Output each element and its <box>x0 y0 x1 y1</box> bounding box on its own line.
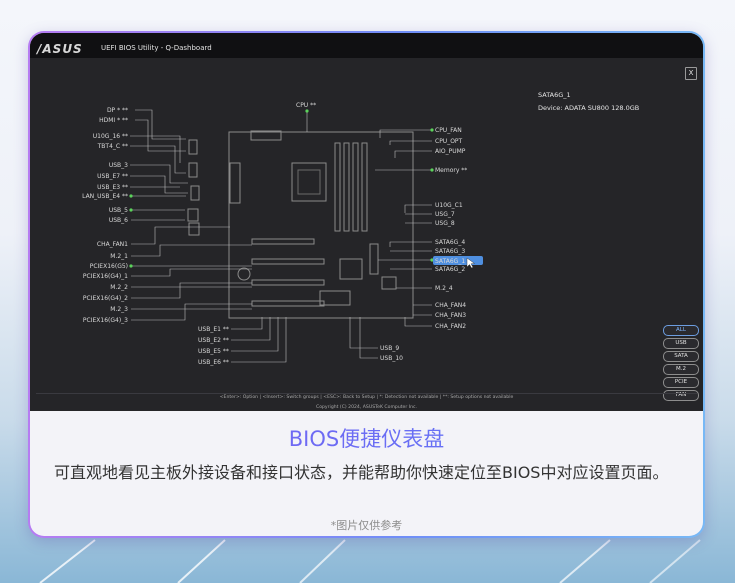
filter-sata-button[interactable]: SATA <box>663 351 699 362</box>
label-m2-4: M.2_4 <box>435 285 453 292</box>
label-cpu-fan: CPU_FAN <box>435 127 462 134</box>
label-lan-usb-e4: LAN_USB_E4 ** <box>82 193 128 200</box>
bios-screenshot: /ASUS UEFI BIOS Utility - Q-Dashboard X … <box>30 33 703 411</box>
filter-pcie-button[interactable]: PCIE <box>663 377 699 388</box>
cpu-socket <box>291 162 327 202</box>
reference-note: *图片仅供参考 <box>330 519 403 532</box>
filter-usb-button[interactable]: USB <box>663 338 699 349</box>
footer-divider <box>36 393 697 394</box>
label-m2-2: M.2_2 <box>110 284 128 291</box>
label-usb-e1: USB_E1 ** <box>198 326 229 333</box>
label-u10g-c1: U10G_C1 <box>435 202 463 209</box>
label-cha-fan2: CHA_FAN2 <box>435 323 466 330</box>
memory-slots <box>334 142 368 232</box>
label-usb-e5: USB_E5 ** <box>198 348 229 355</box>
label-m2-3: M.2_3 <box>110 306 128 313</box>
feature-headline: BIOS便捷仪表盘 <box>30 423 703 453</box>
label-cha-fan1: CHA_FAN1 <box>97 241 128 248</box>
right-label-group: CPU_FAN CPU_OPT AIO_PUMP Memory ** U10G_… <box>435 127 467 330</box>
board-label-cpu: CPU ** <box>296 102 316 109</box>
footer-help-text: <Enter>: Option | <Insert>: Switch group… <box>219 395 514 400</box>
label-sata6g-2: SATA6G_2 <box>435 266 465 273</box>
motherboard-outline <box>228 131 414 319</box>
rear-io <box>187 130 282 236</box>
footer-copyright: Copyright (C) 2024, ASUSTeK Computer Inc… <box>316 405 417 410</box>
label-aio-pump: AIO_PUMP <box>435 148 466 155</box>
bottom-leaders <box>231 111 378 363</box>
label-usb-e2: USB_E2 ** <box>198 337 229 344</box>
label-usb-e7: USB_E7 ** <box>97 173 128 180</box>
label-usg-8: USG_8 <box>435 220 455 227</box>
label-pciex16-g5: PCIEX16(G5) <box>90 263 128 270</box>
label-usb-10: USB_10 <box>380 355 403 362</box>
filter-all-button[interactable]: ALL <box>663 325 699 336</box>
filter-m2-button[interactable]: M.2 <box>663 364 699 375</box>
label-cha-fan3: CHA_FAN3 <box>435 312 466 319</box>
label-usb-3: USB_3 <box>109 162 128 169</box>
right-leaders <box>375 129 432 327</box>
label-sata6g-3: SATA6G_3 <box>435 248 465 255</box>
label-memory: Memory ** <box>435 167 467 174</box>
label-hdmi: HDMI * ** <box>99 117 128 124</box>
label-dp: DP * ** <box>107 107 128 114</box>
left-leaders <box>130 109 252 321</box>
filter-buttons: ALL USB SATA M.2 PCIE FAN <box>663 325 699 403</box>
label-m2-1: M.2_1 <box>110 253 128 260</box>
card-inner: /ASUS UEFI BIOS Utility - Q-Dashboard X … <box>30 33 703 536</box>
label-pciex16-g4-1: PCIEX16(G4)_1 <box>83 273 128 280</box>
label-sata6g-1: SATA6G_1 <box>435 258 465 265</box>
pcie-slots <box>251 238 325 307</box>
motherboard-diagram: CPU ** DP * ** HDMI * ** U10G_16 ** TBT4… <box>82 102 483 366</box>
label-sata6g-4: SATA6G_4 <box>435 239 465 246</box>
feature-description: 可直观地看见主板外接设备和接口状态，并能帮助你快速定位至BIOS中对应设置页面。 <box>54 463 669 482</box>
label-tbt4-c: TBT4_C ** <box>97 143 128 150</box>
chipset <box>339 258 363 280</box>
label-cha-fan4: CHA_FAN4 <box>435 302 466 309</box>
label-usg-7: USG_7 <box>435 211 455 218</box>
feature-card: /ASUS UEFI BIOS Utility - Q-Dashboard X … <box>28 31 705 538</box>
label-usb-5: USB_5 <box>109 207 128 214</box>
bottom-left-label-group: USB_E1 ** USB_E2 ** USB_E5 ** USB_E6 ** <box>198 326 229 366</box>
label-u10g-16: U10G_16 ** <box>93 133 128 140</box>
bottom-label-group: USB_9 USB_10 <box>380 345 403 362</box>
label-cpu-opt: CPU_OPT <box>435 138 463 145</box>
label-usb-e6: USB_E6 ** <box>198 359 229 366</box>
label-usb-6: USB_6 <box>109 217 128 224</box>
label-pciex16-g4-2: PCIEX16(G4)_2 <box>83 295 128 302</box>
left-label-group: DP * ** HDMI * ** U10G_16 ** TBT4_C ** U… <box>82 107 128 324</box>
label-usb-e3: USB_E3 ** <box>97 184 128 191</box>
label-usb-9: USB_9 <box>380 345 399 352</box>
label-pciex16-g4-3: PCIEX16(G4)_3 <box>83 317 128 324</box>
